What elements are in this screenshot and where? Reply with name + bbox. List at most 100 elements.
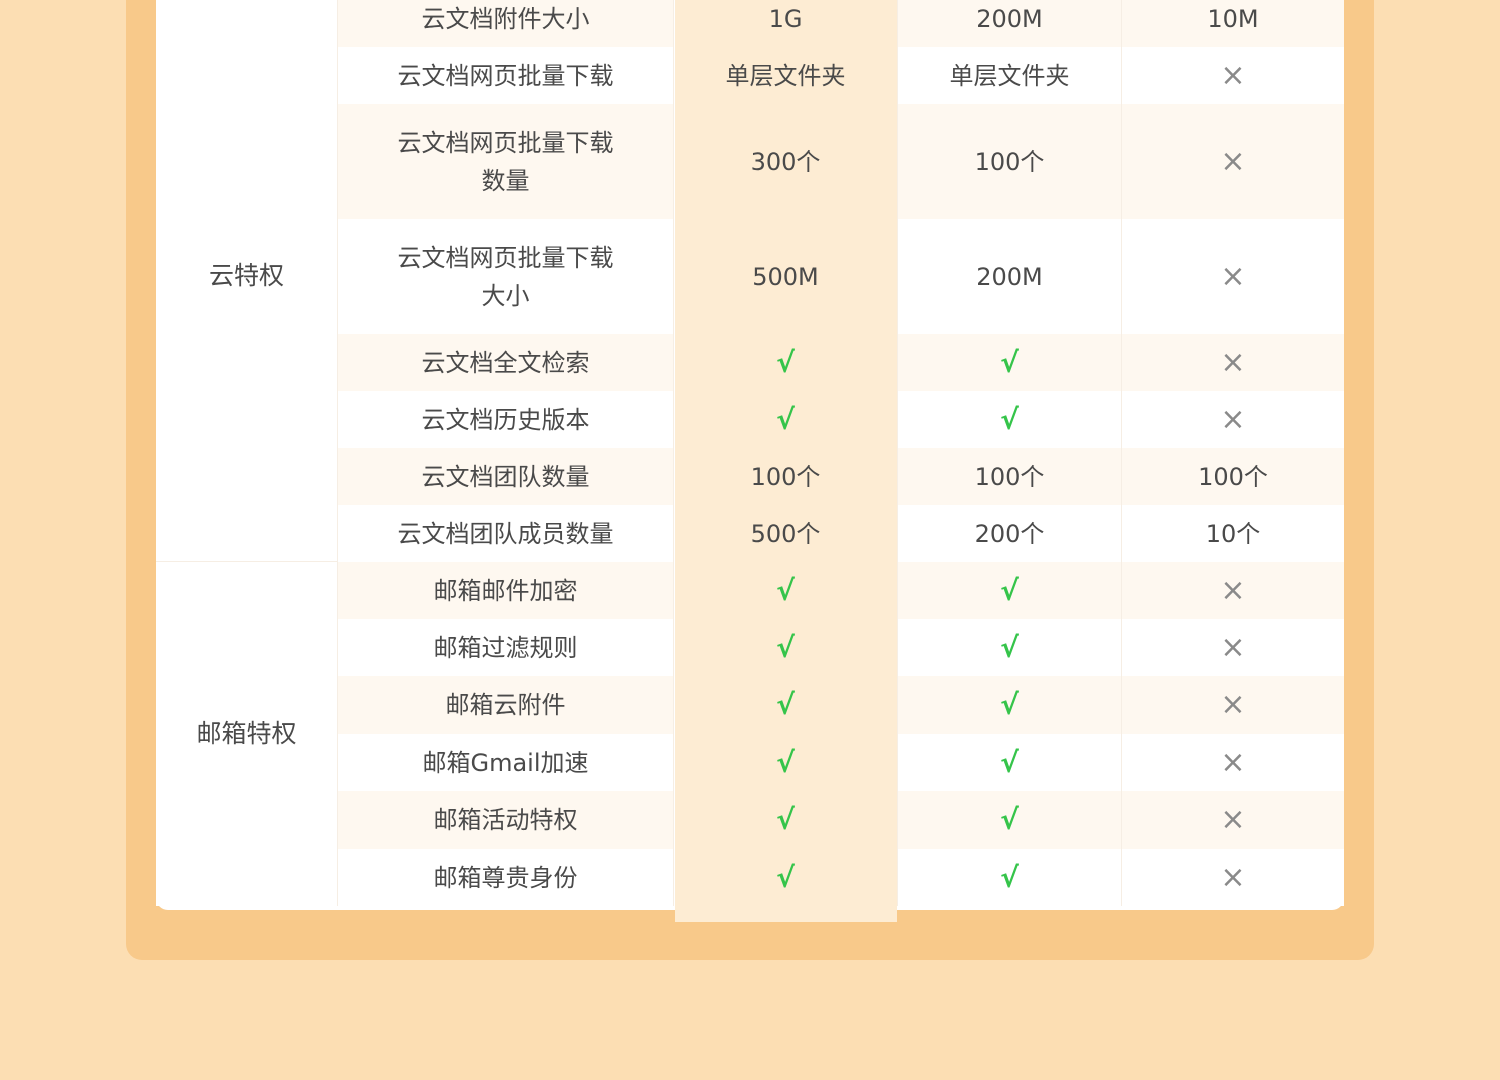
table-row-plan-2: √ [898,391,1122,448]
table-row-plan-3: 100个 [1122,448,1344,505]
cross-icon: × [1220,258,1246,294]
table-row-feature: 邮箱尊贵身份 [338,849,674,906]
table-row-plan-1: √ [674,676,898,734]
table-row-plan-2: 200个 [898,505,1122,562]
table-row-plan-2: √ [898,676,1122,734]
check-icon: √ [776,573,795,607]
table-row-plan-3: × [1122,849,1344,906]
cross-icon: × [1220,572,1246,608]
table-row-plan-3: × [1122,619,1344,676]
feature-label: 云文档全文检索 [421,348,590,377]
cross-icon: × [1220,344,1246,380]
check-icon: √ [1000,402,1019,436]
table-row-plan-3: × [1122,562,1344,619]
feature-label: 邮箱邮件加密 [433,576,578,605]
table-row-feature: 云文档团队成员数量 [338,505,674,562]
plan-value: 100个 [974,147,1045,176]
check-icon: √ [1000,573,1019,607]
check-icon: √ [776,345,795,379]
feature-label: 邮箱云附件 [445,691,566,719]
table-row-plan-1: 1G [674,0,898,47]
table-row-plan-3: 10M [1122,0,1344,47]
cross-icon: × [1220,802,1246,837]
plan-value: 100个 [1198,462,1268,491]
table-row-feature: 邮箱过滤规则 [338,619,674,676]
table-row-feature: 云文档附件大小 [338,0,674,47]
feature-label: 邮箱尊贵身份 [433,863,578,892]
privilege-comparison-table: 云特权 邮箱特权 云文档附件大小 1G 200M 10M 云文档网页批量下载 单层文件夹 单… [156,0,1344,906]
table-row-feature: 云文档团队数量 [338,448,674,505]
table-row-feature: 邮箱活动特权 [338,791,674,849]
table-row-plan-2: √ [898,734,1122,791]
check-icon: √ [776,688,795,721]
table-row-plan-2: √ [898,791,1122,849]
table-row-plan-1: 100个 [674,448,898,505]
table-row-plan-1: √ [674,849,898,906]
check-icon: √ [1000,860,1019,894]
table-row-plan-2: √ [898,849,1122,906]
table-row-plan-2: 200M [898,219,1122,334]
plan-value: 10个 [1205,519,1261,548]
check-icon: √ [776,860,795,894]
cross-icon: × [1220,744,1246,780]
feature-label: 邮箱活动特权 [433,806,578,834]
cross-icon: × [1220,57,1246,93]
feature-label: 云文档历史版本 [421,405,590,434]
table-row-plan-3: × [1122,334,1344,391]
table-row-plan-2: 100个 [898,448,1122,505]
category-cloud-privilege: 云特权 [156,0,338,562]
plan-value: 1G [768,4,803,33]
table-row-plan-1: 300个 [674,104,898,219]
feature-label: 云文档团队数量 [421,462,590,491]
check-icon: √ [776,745,795,779]
table-row-plan-3: × [1122,47,1344,104]
table-row-plan-1: √ [674,791,898,849]
table-row-plan-1: √ [674,619,898,676]
plan-value: 100个 [974,462,1045,491]
table-row-plan-2: 100个 [898,104,1122,219]
cross-icon: × [1220,401,1246,437]
table-row-feature: 云文档全文检索 [338,334,674,391]
table-row-plan-3: × [1122,676,1344,734]
table-row-plan-3: 10个 [1122,505,1344,562]
table-row-plan-2: √ [898,619,1122,676]
table-row-feature: 邮箱云附件 [338,676,674,734]
plan-value: 500个 [750,519,821,548]
table-row-plan-3: × [1122,391,1344,448]
table-row-plan-2: 200M [898,0,1122,47]
plan-value: 单层文件夹 [725,61,846,90]
table-row-feature: 云文档网页批量下载 数量 [338,104,674,219]
table-row-plan-1: 500个 [674,505,898,562]
table-row-feature: 邮箱邮件加密 [338,562,674,619]
check-icon: √ [776,402,795,436]
check-icon: √ [776,630,795,664]
table-row-plan-3: × [1122,219,1344,334]
check-icon: √ [1000,803,1019,836]
table-row-plan-3: × [1122,104,1344,219]
plan-value: 单层文件夹 [949,61,1070,90]
feature-label: 云文档附件大小 [421,4,590,33]
table-row-plan-2: √ [898,562,1122,619]
feature-label: 云文档网页批量下载 大小 [397,243,614,310]
check-icon: √ [1000,630,1019,664]
table-row-plan-3: × [1122,734,1344,791]
plan-value: 200M [976,262,1043,291]
check-icon: √ [1000,688,1019,721]
table-row-plan-1: √ [674,391,898,448]
feature-label: 邮箱过滤规则 [433,633,578,662]
category-mailbox-privilege: 邮箱特权 [156,562,338,906]
check-icon: √ [1000,745,1019,779]
plan-value: 100个 [750,462,821,491]
table-row-plan-1: 单层文件夹 [674,47,898,104]
check-icon: √ [1000,345,1019,379]
table-row-plan-2: 单层文件夹 [898,47,1122,104]
plan-value: 200个 [974,519,1045,548]
plan-value: 300个 [750,147,821,176]
feature-label: 云文档网页批量下载 [397,61,614,90]
table-row-feature: 云文档网页批量下载 大小 [338,219,674,334]
table-row-plan-3: × [1122,791,1344,849]
feature-label: 云文档团队成员数量 [397,519,614,548]
table-row-plan-1: 500M [674,219,898,334]
cross-icon: × [1220,143,1246,179]
cross-icon: × [1220,859,1246,895]
